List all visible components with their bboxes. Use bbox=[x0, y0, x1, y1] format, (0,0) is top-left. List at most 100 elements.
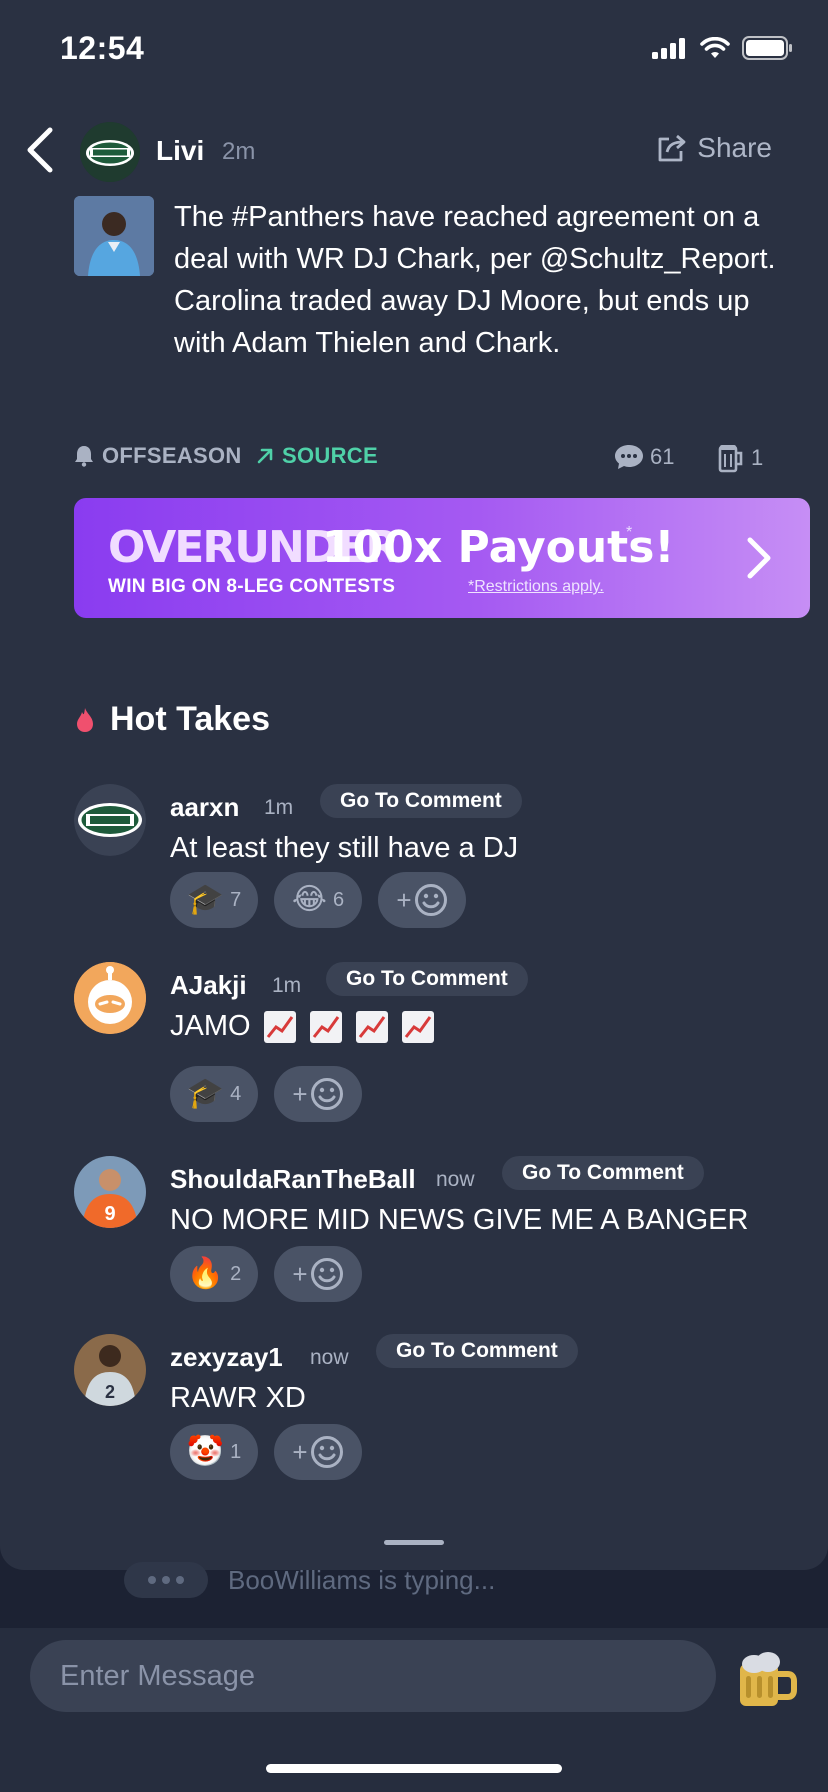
add-reaction-button[interactable]: + bbox=[378, 872, 466, 928]
comment-text: NO MORE MID NEWS GIVE ME A BANGER bbox=[170, 1204, 749, 1236]
reaction-pill[interactable]: 🎓 7 bbox=[170, 872, 258, 928]
status-icons bbox=[652, 36, 794, 60]
go-to-comment-button[interactable]: Go To Comment bbox=[326, 962, 528, 996]
reaction-count: 1 bbox=[230, 1440, 242, 1463]
add-reaction-button[interactable]: + bbox=[274, 1424, 362, 1480]
chart-increasing-emoji-icon bbox=[355, 1011, 388, 1044]
typing-indicator: BooWilliams is typing... bbox=[124, 1562, 495, 1598]
reaction-pill[interactable]: 😂 6 bbox=[274, 872, 362, 928]
commenter-avatar[interactable]: 9 bbox=[74, 1156, 146, 1228]
chart-increasing-emoji-icon bbox=[263, 1011, 296, 1044]
fire-emoji-icon: 🔥 bbox=[186, 1257, 225, 1290]
add-reaction-button[interactable]: + bbox=[274, 1246, 362, 1302]
jets-logo-icon bbox=[80, 122, 140, 182]
commenter-avatar[interactable] bbox=[74, 962, 146, 1034]
back-chevron-icon[interactable] bbox=[20, 122, 60, 178]
hot-takes-heading: Hot Takes bbox=[76, 700, 270, 739]
tag-source[interactable]: SOURCE bbox=[256, 443, 378, 469]
reaction-count: 4 bbox=[230, 1082, 242, 1105]
graduation-cap-emoji-icon: 🎓 bbox=[186, 1077, 225, 1110]
team-logo-avatar[interactable] bbox=[80, 122, 140, 182]
hot-takes-title: Hot Takes bbox=[110, 700, 270, 738]
comment-time: now bbox=[310, 1346, 349, 1369]
player-photo-icon bbox=[74, 196, 154, 276]
commenter-username[interactable]: zexyzay1 bbox=[170, 1342, 283, 1373]
post-thumbnail[interactable] bbox=[74, 196, 154, 276]
status-bar: 12:54 bbox=[0, 0, 828, 100]
share-icon bbox=[658, 134, 686, 162]
comment-text: RAWR XD bbox=[170, 1382, 306, 1414]
comment-text-row: JAMO bbox=[170, 1010, 435, 1044]
go-to-comment-button[interactable]: Go To Comment bbox=[320, 784, 522, 818]
smiley-icon bbox=[310, 1078, 343, 1110]
banner-asterisk: * bbox=[626, 524, 633, 541]
typing-text: BooWilliams is typing... bbox=[228, 1564, 496, 1595]
tag-offseason-label: OFFSEASON bbox=[102, 443, 242, 468]
comment-time: now bbox=[436, 1168, 475, 1191]
post-meta-row: OFFSEASON SOURCE 61 1 bbox=[74, 443, 774, 479]
reaction-count: 7 bbox=[230, 888, 242, 911]
bell-icon bbox=[75, 446, 93, 467]
home-indicator[interactable] bbox=[266, 1764, 562, 1773]
plus-icon: + bbox=[396, 884, 412, 915]
banner-subtitle: WIN BIG ON 8-LEG CONTESTS bbox=[108, 576, 396, 597]
chevron-right-icon bbox=[747, 537, 771, 579]
jets-logo-icon bbox=[74, 784, 146, 856]
laughing-emoji-icon: 😂 bbox=[291, 883, 327, 916]
post-sheet: 12:54 Livi 2m Share The #Panthers have r… bbox=[0, 0, 828, 1570]
arrow-up-right-icon bbox=[257, 448, 273, 464]
go-to-comment-button[interactable]: Go To Comment bbox=[502, 1156, 704, 1190]
typing-dots-icon bbox=[124, 1562, 208, 1598]
tag-source-label: SOURCE bbox=[282, 443, 378, 468]
beer-counter[interactable]: 1 bbox=[717, 443, 763, 473]
reaction-row: 🎓 7 😂 6 + bbox=[170, 872, 466, 928]
reaction-pill[interactable]: 🎓 4 bbox=[170, 1066, 258, 1122]
share-button[interactable]: Share bbox=[657, 132, 772, 164]
go-to-comment-button[interactable]: Go To Comment bbox=[376, 1334, 578, 1368]
robot-avatar-icon bbox=[74, 962, 146, 1034]
clown-emoji-icon: 🤡 bbox=[186, 1435, 225, 1468]
status-time: 12:54 bbox=[60, 30, 145, 66]
player-photo-icon: 2 bbox=[74, 1334, 146, 1406]
reaction-count: 6 bbox=[332, 888, 345, 911]
commenter-avatar[interactable] bbox=[74, 784, 146, 856]
commenter-username[interactable]: aarxn bbox=[170, 792, 239, 823]
comment-text: JAMO bbox=[170, 1010, 251, 1042]
commenter-username[interactable]: ShouldaRanTheBall bbox=[170, 1164, 416, 1195]
tag-offseason[interactable]: OFFSEASON bbox=[74, 443, 242, 469]
beer-count: 1 bbox=[751, 445, 764, 470]
post-author[interactable]: Livi bbox=[156, 135, 204, 167]
chart-increasing-emoji-icon bbox=[401, 1011, 434, 1044]
flame-icon bbox=[77, 707, 93, 732]
add-reaction-button[interactable]: + bbox=[274, 1066, 362, 1122]
banner-restrictions-link[interactable]: *Restrictions apply. bbox=[468, 578, 604, 596]
battery-icon bbox=[742, 36, 792, 60]
reaction-pill[interactable]: 🔥 2 bbox=[170, 1246, 258, 1302]
post-text: The #Panthers have reached agreement on … bbox=[174, 201, 776, 359]
reaction-count: 2 bbox=[230, 1262, 242, 1285]
beer-mug-icon bbox=[718, 445, 743, 473]
post-header: Livi 2m Share bbox=[0, 118, 828, 188]
comment-counter[interactable]: 61 bbox=[614, 443, 674, 471]
comment-bubble-icon bbox=[615, 445, 643, 469]
sheet-drag-handle[interactable] bbox=[384, 1540, 444, 1545]
smiley-icon bbox=[414, 884, 447, 916]
plus-icon: + bbox=[292, 1078, 308, 1109]
reaction-pill[interactable]: 🤡 1 bbox=[170, 1424, 258, 1480]
svg-text:2: 2 bbox=[105, 1382, 115, 1402]
comment-time: 1m bbox=[264, 796, 294, 819]
commenter-username[interactable]: AJakji bbox=[170, 970, 247, 1001]
beer-mug-button-icon[interactable] bbox=[732, 1646, 798, 1712]
plus-icon: + bbox=[292, 1258, 308, 1289]
banner-headline: 100x Payouts! bbox=[322, 522, 675, 573]
commenter-avatar[interactable]: 2 bbox=[74, 1334, 146, 1406]
smiley-icon bbox=[310, 1258, 343, 1290]
plus-icon: + bbox=[292, 1436, 308, 1467]
message-input[interactable] bbox=[30, 1640, 716, 1712]
signal-icon bbox=[652, 38, 685, 59]
comment-count: 61 bbox=[650, 444, 675, 469]
promo-banner[interactable]: OVERUNDER 100x Payouts! * WIN BIG ON 8-L… bbox=[74, 498, 810, 618]
chart-increasing-emoji-icon bbox=[309, 1011, 342, 1044]
reaction-row: 🎓 4 + bbox=[170, 1066, 362, 1122]
comment-time: 1m bbox=[272, 974, 302, 997]
